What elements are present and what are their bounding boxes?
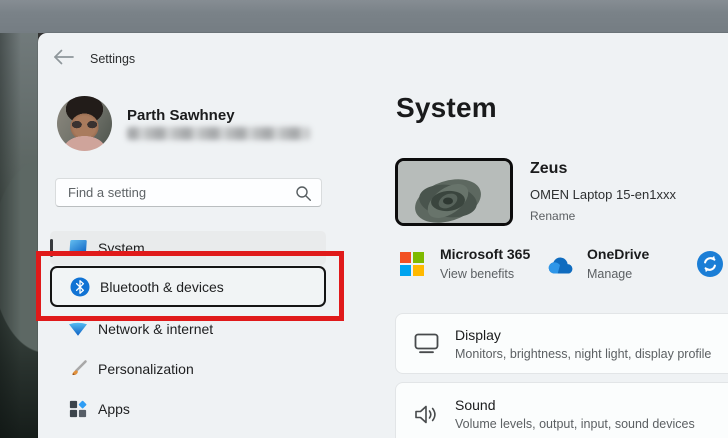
onedrive-title: OneDrive [587,246,650,262]
search-input[interactable] [56,179,321,206]
sound-card[interactable]: Sound Volume levels, output, input, soun… [395,382,728,438]
window-title: Settings [90,52,136,66]
onedrive-sync-button[interactable] [697,251,723,277]
back-arrow-icon [54,49,74,65]
selected-accent-pill [50,239,53,257]
device-model: OMEN Laptop 15-en1xxx [530,187,676,202]
card-title: Sound [455,397,496,413]
user-name: Parth Sawhney [127,107,235,124]
user-avatar[interactable] [57,96,112,151]
display-card[interactable]: Display Monitors, brightness, night ligh… [395,313,728,374]
network-globe-icon [66,319,90,339]
card-subtitle: Monitors, brightness, night light, displ… [455,346,712,361]
manage-link[interactable]: Manage [587,267,632,281]
bloom-wallpaper [398,161,510,223]
system-laptop-icon [66,238,90,258]
monitor-icon [413,333,439,355]
sidebar-item-label: Apps [98,401,130,417]
sidebar-item-label: System [98,240,145,256]
desktop-background-left [0,33,38,438]
device-name: Zeus [530,160,568,177]
desktop-background-top [0,0,728,33]
sidebar-item-label: Personalization [98,361,194,377]
sidebar-item-system[interactable]: System [50,231,326,265]
search-icon [296,186,311,201]
device-thumbnail [395,158,513,226]
microsoft-logo-icon [400,252,424,276]
microsoft365-title: Microsoft 365 [440,246,531,262]
user-email-blurred [127,127,310,140]
speaker-icon [413,403,439,425]
card-title: Display [455,326,501,343]
sync-icon [697,251,723,277]
sidebar-item-label: Network & internet [98,321,214,337]
bluetooth-icon [68,277,92,297]
search-box [55,178,322,207]
screenshot-canvas: Settings Parth Sawhney System [0,0,728,438]
view-benefits-link[interactable]: View benefits [440,267,514,281]
sidebar-item-personalization[interactable]: Personalization [50,352,326,386]
sidebar-item-label: Bluetooth & devices [100,278,224,295]
page-title: System [396,92,497,123]
sidebar-item-bluetooth-devices[interactable]: Bluetooth & devices [50,266,326,307]
sidebar-item-network-internet[interactable]: Network & internet [50,312,326,346]
apps-grid-icon [66,399,90,419]
onedrive-cloud-icon [548,257,573,274]
rename-link[interactable]: Rename [530,209,575,223]
sidebar-item-apps[interactable]: Apps [50,392,326,426]
back-button[interactable] [52,47,76,67]
paintbrush-icon [66,359,90,379]
card-subtitle: Volume levels, output, input, sound devi… [455,417,695,431]
